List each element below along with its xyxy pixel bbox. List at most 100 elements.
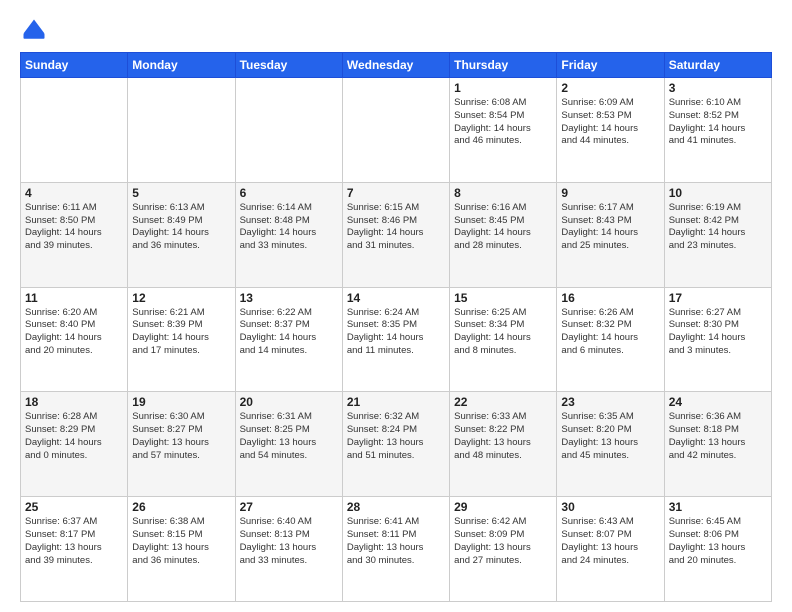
week-row-5: 25Sunrise: 6:37 AMSunset: 8:17 PMDayligh… (21, 497, 772, 602)
day-number: 5 (132, 186, 230, 200)
day-info: Sunrise: 6:24 AMSunset: 8:35 PMDaylight:… (347, 307, 445, 358)
day-number: 8 (454, 186, 552, 200)
day-info: Sunrise: 6:21 AMSunset: 8:39 PMDaylight:… (132, 307, 230, 358)
day-cell: 6 Sunrise: 6:14 AMSunset: 8:48 PMDaylight… (235, 182, 342, 287)
day-cell: 31 Sunrise: 6:45 AMSunset: 8:06 PMDayligh… (664, 497, 771, 602)
day-cell: 4 Sunrise: 6:11 AMSunset: 8:50 PMDaylight… (21, 182, 128, 287)
day-info: Sunrise: 6:38 AMSunset: 8:15 PMDaylight:… (132, 516, 230, 567)
day-info: Sunrise: 6:19 AMSunset: 8:42 PMDaylight:… (669, 202, 767, 253)
day-info: Sunrise: 6:26 AMSunset: 8:32 PMDaylight:… (561, 307, 659, 358)
day-info: Sunrise: 6:33 AMSunset: 8:22 PMDaylight:… (454, 411, 552, 462)
day-number: 13 (240, 291, 338, 305)
day-number: 16 (561, 291, 659, 305)
weekday-saturday: Saturday (664, 53, 771, 78)
week-row-1: 1Sunrise: 6:08 AMSunset: 8:54 PMDaylight… (21, 78, 772, 183)
day-cell: 11 Sunrise: 6:20 AMSunset: 8:40 PMDayligh… (21, 287, 128, 392)
day-cell: 12 Sunrise: 6:21 AMSunset: 8:39 PMDayligh… (128, 287, 235, 392)
day-info: Sunrise: 6:45 AMSunset: 8:06 PMDaylight:… (669, 516, 767, 567)
day-info: Sunrise: 6:25 AMSunset: 8:34 PMDaylight:… (454, 307, 552, 358)
day-cell (342, 78, 449, 183)
day-number: 19 (132, 395, 230, 409)
day-number: 20 (240, 395, 338, 409)
day-cell: 13 Sunrise: 6:22 AMSunset: 8:37 PMDayligh… (235, 287, 342, 392)
day-cell (21, 78, 128, 183)
day-info: Sunrise: 6:42 AMSunset: 8:09 PMDaylight:… (454, 516, 552, 567)
day-info: Sunrise: 6:37 AMSunset: 8:17 PMDaylight:… (25, 516, 123, 567)
day-number: 2 (561, 81, 659, 95)
day-number: 12 (132, 291, 230, 305)
day-number: 7 (347, 186, 445, 200)
week-row-3: 11 Sunrise: 6:20 AMSunset: 8:40 PMDayligh… (21, 287, 772, 392)
day-number: 11 (25, 291, 123, 305)
page: SundayMondayTuesdayWednesdayThursdayFrid… (0, 0, 792, 612)
week-row-2: 4 Sunrise: 6:11 AMSunset: 8:50 PMDaylight… (21, 182, 772, 287)
day-number: 17 (669, 291, 767, 305)
day-cell: 14 Sunrise: 6:24 AMSunset: 8:35 PMDayligh… (342, 287, 449, 392)
day-number: 1 (454, 81, 552, 95)
weekday-thursday: Thursday (450, 53, 557, 78)
day-cell: 2 Sunrise: 6:09 AMSunset: 8:53 PMDaylight… (557, 78, 664, 183)
day-number: 9 (561, 186, 659, 200)
day-cell: 25Sunrise: 6:37 AMSunset: 8:17 PMDayligh… (21, 497, 128, 602)
day-info: Sunrise: 6:10 AMSunset: 8:52 PMDaylight:… (669, 97, 767, 148)
day-cell: 20 Sunrise: 6:31 AMSunset: 8:25 PMDayligh… (235, 392, 342, 497)
day-info: Sunrise: 6:20 AMSunset: 8:40 PMDaylight:… (25, 307, 123, 358)
day-info: Sunrise: 6:09 AMSunset: 8:53 PMDaylight:… (561, 97, 659, 148)
day-info: Sunrise: 6:30 AMSunset: 8:27 PMDaylight:… (132, 411, 230, 462)
day-cell: 24Sunrise: 6:36 AMSunset: 8:18 PMDayligh… (664, 392, 771, 497)
day-info: Sunrise: 6:13 AMSunset: 8:49 PMDaylight:… (132, 202, 230, 253)
day-info: Sunrise: 6:41 AMSunset: 8:11 PMDaylight:… (347, 516, 445, 567)
day-cell: 5 Sunrise: 6:13 AMSunset: 8:49 PMDaylight… (128, 182, 235, 287)
day-number: 10 (669, 186, 767, 200)
day-number: 21 (347, 395, 445, 409)
day-number: 6 (240, 186, 338, 200)
day-info: Sunrise: 6:15 AMSunset: 8:46 PMDaylight:… (347, 202, 445, 253)
day-number: 4 (25, 186, 123, 200)
day-cell: 26 Sunrise: 6:38 AMSunset: 8:15 PMDayligh… (128, 497, 235, 602)
weekday-tuesday: Tuesday (235, 53, 342, 78)
logo (20, 16, 52, 44)
day-cell: 30 Sunrise: 6:43 AMSunset: 8:07 PMDayligh… (557, 497, 664, 602)
day-info: Sunrise: 6:14 AMSunset: 8:48 PMDaylight:… (240, 202, 338, 253)
day-number: 18 (25, 395, 123, 409)
day-cell: 28 Sunrise: 6:41 AMSunset: 8:11 PMDayligh… (342, 497, 449, 602)
logo-icon (20, 16, 48, 44)
day-cell: 3 Sunrise: 6:10 AMSunset: 8:52 PMDaylight… (664, 78, 771, 183)
day-cell: 29 Sunrise: 6:42 AMSunset: 8:09 PMDayligh… (450, 497, 557, 602)
day-info: Sunrise: 6:40 AMSunset: 8:13 PMDaylight:… (240, 516, 338, 567)
day-info: Sunrise: 6:31 AMSunset: 8:25 PMDaylight:… (240, 411, 338, 462)
day-info: Sunrise: 6:16 AMSunset: 8:45 PMDaylight:… (454, 202, 552, 253)
day-number: 30 (561, 500, 659, 514)
day-cell: 16 Sunrise: 6:26 AMSunset: 8:32 PMDayligh… (557, 287, 664, 392)
weekday-friday: Friday (557, 53, 664, 78)
day-info: Sunrise: 6:28 AMSunset: 8:29 PMDaylight:… (25, 411, 123, 462)
day-cell: 17Sunrise: 6:27 AMSunset: 8:30 PMDayligh… (664, 287, 771, 392)
day-cell: 18 Sunrise: 6:28 AMSunset: 8:29 PMDayligh… (21, 392, 128, 497)
day-info: Sunrise: 6:11 AMSunset: 8:50 PMDaylight:… (25, 202, 123, 253)
day-number: 26 (132, 500, 230, 514)
day-cell: 9 Sunrise: 6:17 AMSunset: 8:43 PMDaylight… (557, 182, 664, 287)
day-info: Sunrise: 6:43 AMSunset: 8:07 PMDaylight:… (561, 516, 659, 567)
day-info: Sunrise: 6:32 AMSunset: 8:24 PMDaylight:… (347, 411, 445, 462)
day-number: 29 (454, 500, 552, 514)
weekday-wednesday: Wednesday (342, 53, 449, 78)
day-cell (128, 78, 235, 183)
day-number: 24 (669, 395, 767, 409)
day-info: Sunrise: 6:35 AMSunset: 8:20 PMDaylight:… (561, 411, 659, 462)
day-cell: 10 Sunrise: 6:19 AMSunset: 8:42 PMDayligh… (664, 182, 771, 287)
weekday-header-row: SundayMondayTuesdayWednesdayThursdayFrid… (21, 53, 772, 78)
day-number: 31 (669, 500, 767, 514)
day-number: 23 (561, 395, 659, 409)
day-info: Sunrise: 6:17 AMSunset: 8:43 PMDaylight:… (561, 202, 659, 253)
day-number: 14 (347, 291, 445, 305)
day-number: 27 (240, 500, 338, 514)
weekday-sunday: Sunday (21, 53, 128, 78)
day-cell: 27 Sunrise: 6:40 AMSunset: 8:13 PMDayligh… (235, 497, 342, 602)
day-info: Sunrise: 6:22 AMSunset: 8:37 PMDaylight:… (240, 307, 338, 358)
day-cell: 23 Sunrise: 6:35 AMSunset: 8:20 PMDayligh… (557, 392, 664, 497)
day-cell: 21 Sunrise: 6:32 AMSunset: 8:24 PMDayligh… (342, 392, 449, 497)
day-number: 3 (669, 81, 767, 95)
day-cell: 8 Sunrise: 6:16 AMSunset: 8:45 PMDaylight… (450, 182, 557, 287)
day-number: 15 (454, 291, 552, 305)
day-number: 28 (347, 500, 445, 514)
